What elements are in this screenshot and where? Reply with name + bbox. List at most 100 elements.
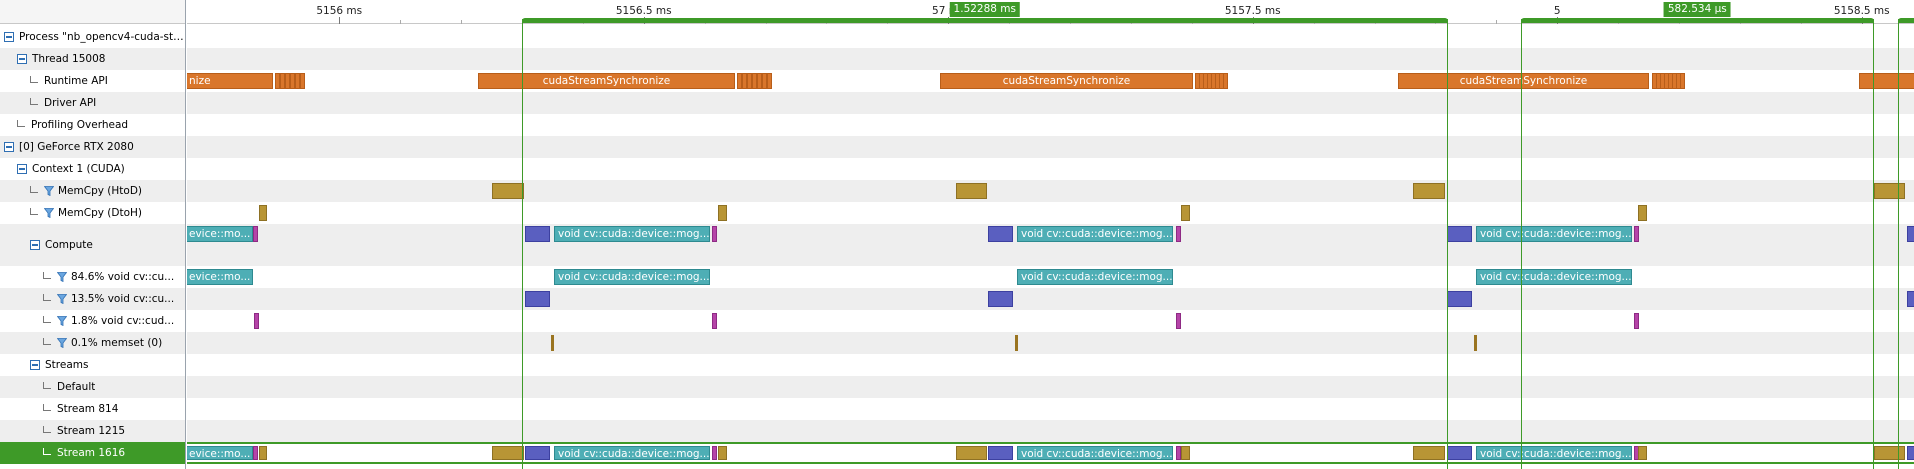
kernel-block[interactable] xyxy=(253,446,258,460)
selection-range-bar[interactable] xyxy=(1898,18,1914,23)
kernel-block[interactable]: void cv::cuda::device::mog... xyxy=(1476,446,1632,460)
cuda-api-call[interactable] xyxy=(300,73,305,89)
kernel-block[interactable]: evice::mo... xyxy=(187,446,253,460)
cuda-stream-synchronize-call[interactable]: cudaStreamSynchronize xyxy=(478,73,735,89)
tree-row[interactable]: 84.6% void cv::cu... xyxy=(0,266,185,288)
tree-row[interactable]: 1.8% void cv::cud... xyxy=(0,310,185,332)
collapse-toggle-icon[interactable] xyxy=(17,54,27,64)
cuda-stream-synchronize-call[interactable]: cudaStreamSynchronize xyxy=(940,73,1193,89)
memcpy-block[interactable] xyxy=(718,446,727,460)
filter-icon[interactable] xyxy=(57,338,67,348)
kernel-block[interactable]: evice::mo... xyxy=(187,269,253,285)
timeline-lane[interactable] xyxy=(187,310,1914,332)
timeline-lane[interactable] xyxy=(187,136,1914,158)
tree-row[interactable]: Runtime API xyxy=(0,70,185,92)
timeline-lane[interactable] xyxy=(187,420,1914,442)
tree-row[interactable]: Stream 1215 xyxy=(0,420,185,442)
kernel-block[interactable]: void cv::cuda::device::mog... xyxy=(554,446,710,460)
tree-row[interactable]: Streams xyxy=(0,354,185,376)
cuda-stream-synchronize-call[interactable]: cudaStreamSynchronize xyxy=(1398,73,1649,89)
tree-row[interactable]: Stream 814 xyxy=(0,398,185,420)
memset-block[interactable] xyxy=(551,335,554,351)
kernel-block[interactable] xyxy=(525,226,550,242)
memcpy-htod-block[interactable] xyxy=(1874,183,1905,199)
tree-row[interactable]: Process "nb_opencv4-cuda-str... xyxy=(0,26,185,48)
timeline-lane[interactable]: nize cudaStreamSynchronize cudaStreamSynch… xyxy=(187,70,1914,92)
timeline-lane[interactable] xyxy=(187,180,1914,202)
tree-row[interactable]: 13.5% void cv::cu... xyxy=(0,288,185,310)
collapse-toggle-icon[interactable] xyxy=(17,164,27,174)
timeline-lane[interactable]: evice::mo... void cv::cuda::device::mog..… xyxy=(187,224,1914,266)
filter-icon[interactable] xyxy=(57,316,67,326)
timeline-lane[interactable] xyxy=(187,288,1914,310)
kernel-block[interactable]: void cv::cuda::device::mog... xyxy=(1476,269,1632,285)
kernel-block[interactable] xyxy=(1447,291,1472,307)
kernel-block[interactable] xyxy=(712,313,717,329)
timeline-lane[interactable] xyxy=(187,26,1914,48)
memcpy-block[interactable] xyxy=(492,446,524,460)
tree-row[interactable]: Driver API xyxy=(0,92,185,114)
timeline-view[interactable]: 5156 ms 5156.5 ms 57 ms 5157.5 ms 5 5158.5 ms… xyxy=(187,0,1914,469)
tree-row[interactable]: Compute xyxy=(0,224,185,266)
kernel-block[interactable]: void cv::cuda::device::mog... xyxy=(1017,446,1173,460)
kernel-block[interactable]: void cv::cuda::device::mog... xyxy=(554,226,710,242)
timeline-lane[interactable] xyxy=(187,332,1914,354)
kernel-block[interactable] xyxy=(525,446,550,460)
timeline-lane[interactable] xyxy=(187,48,1914,70)
memcpy-dtoh-block[interactable] xyxy=(718,205,727,221)
memcpy-block[interactable] xyxy=(1413,446,1445,460)
timeline-lane[interactable] xyxy=(187,158,1914,180)
kernel-block[interactable] xyxy=(1907,291,1914,307)
tree-row[interactable]: Stream 1616 xyxy=(0,442,185,464)
tree-row[interactable]: Context 1 (CUDA) xyxy=(0,158,185,180)
memcpy-block[interactable] xyxy=(259,446,267,460)
timeline-lane[interactable] xyxy=(187,354,1914,376)
kernel-block[interactable] xyxy=(988,291,1013,307)
memset-block[interactable] xyxy=(1474,335,1477,351)
timeline-lane[interactable] xyxy=(187,202,1914,224)
kernel-block[interactable] xyxy=(1634,226,1639,242)
memcpy-block[interactable] xyxy=(1874,446,1905,460)
cuda-api-call[interactable]: nize xyxy=(187,73,273,89)
tree-row[interactable]: MemCpy (DtoH) xyxy=(0,202,185,224)
filter-icon[interactable] xyxy=(57,272,67,282)
memcpy-htod-block[interactable] xyxy=(1413,183,1445,199)
kernel-block[interactable] xyxy=(1447,226,1472,242)
timeline-lane[interactable] xyxy=(187,376,1914,398)
memcpy-block[interactable] xyxy=(1181,446,1190,460)
selection-range-bar[interactable] xyxy=(1520,18,1874,23)
memcpy-dtoh-block[interactable] xyxy=(259,205,267,221)
collapse-toggle-icon[interactable] xyxy=(4,142,14,152)
filter-icon[interactable] xyxy=(57,294,67,304)
memcpy-dtoh-block[interactable] xyxy=(1181,205,1190,221)
kernel-block[interactable] xyxy=(254,313,259,329)
kernel-block[interactable] xyxy=(712,226,717,242)
tree-row[interactable]: Profiling Overhead xyxy=(0,114,185,136)
tree-row[interactable]: MemCpy (HtoD) xyxy=(0,180,185,202)
kernel-block[interactable] xyxy=(712,446,717,460)
timeline-lane[interactable] xyxy=(187,92,1914,114)
tree-row[interactable]: Default xyxy=(0,376,185,398)
memset-block[interactable] xyxy=(1015,335,1018,351)
kernel-block[interactable] xyxy=(988,446,1013,460)
timeline-lane[interactable] xyxy=(187,114,1914,136)
kernel-block[interactable] xyxy=(1907,226,1914,242)
cuda-api-call[interactable] xyxy=(1223,73,1228,89)
timeline-lane[interactable] xyxy=(187,398,1914,420)
memcpy-dtoh-block[interactable] xyxy=(1638,205,1647,221)
timeline-lane[interactable]: evice::mo... void cv::cuda::device::mog..… xyxy=(187,266,1914,288)
collapse-toggle-icon[interactable] xyxy=(30,360,40,370)
filter-icon[interactable] xyxy=(44,208,54,218)
kernel-block[interactable] xyxy=(988,226,1013,242)
kernel-block[interactable]: evice::mo... xyxy=(187,226,253,242)
filter-icon[interactable] xyxy=(44,186,54,196)
memcpy-block[interactable] xyxy=(956,446,987,460)
kernel-block[interactable]: void cv::cuda::device::mog... xyxy=(1017,269,1173,285)
kernel-block[interactable] xyxy=(1176,313,1181,329)
kernel-block[interactable] xyxy=(1634,313,1639,329)
tree-row[interactable]: [0] GeForce RTX 2080 xyxy=(0,136,185,158)
kernel-block[interactable] xyxy=(1907,446,1914,460)
kernel-block[interactable] xyxy=(1176,226,1181,242)
kernel-block[interactable]: void cv::cuda::device::mog... xyxy=(554,269,710,285)
kernel-block[interactable] xyxy=(525,291,550,307)
